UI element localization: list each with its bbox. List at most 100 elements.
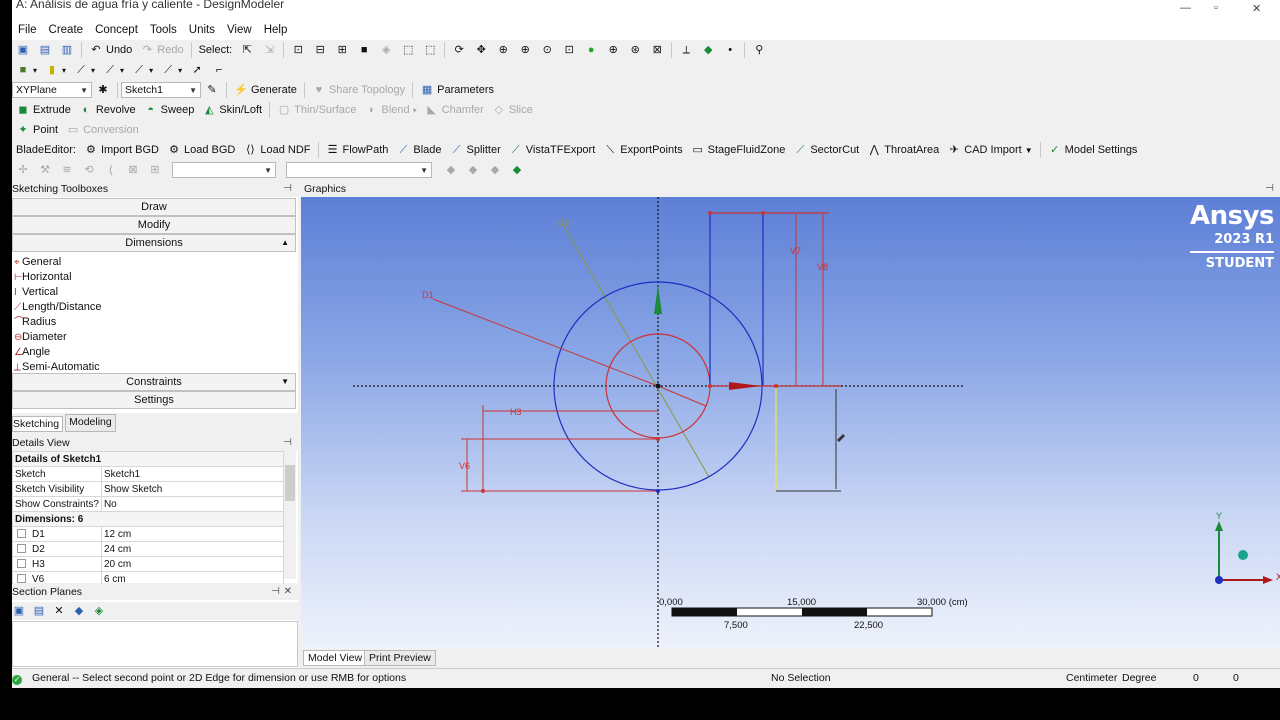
menu-help[interactable]: Help — [258, 24, 294, 36]
label-v8[interactable]: V8 — [817, 262, 828, 272]
redo-button[interactable]: ↷ Redo — [136, 41, 187, 59]
menu-view[interactable]: View — [221, 24, 258, 36]
yellow-color-icon[interactable]: ▮ ▾ — [41, 61, 70, 79]
export-icon[interactable]: ▥ — [56, 41, 78, 59]
select-face-icon[interactable]: ⊞ — [331, 41, 353, 59]
section-delete-icon[interactable]: ✕ — [52, 604, 66, 618]
look-at-icon[interactable]: ⊛ — [624, 41, 646, 59]
sketch-select[interactable]: Sketch1 ▼ — [121, 82, 201, 98]
label-d2[interactable]: D2 — [558, 218, 570, 228]
blade-button[interactable]: ⟋ Blade — [392, 141, 445, 159]
extrude-button[interactable]: ◼ Extrude — [12, 101, 75, 119]
color-icon[interactable]: ■ ▾ — [12, 61, 41, 79]
settings-section[interactable]: Settings — [12, 391, 296, 409]
row-value[interactable]: Show Sketch — [100, 481, 285, 497]
skin-loft-button[interactable]: ◭ Skin/Loft — [198, 101, 266, 119]
section-close-icon[interactable]: ✕ — [284, 584, 292, 600]
label-d1[interactable]: D1 — [422, 290, 434, 300]
stagefluidzone-button[interactable]: ▭ StageFluidZone — [687, 141, 790, 159]
dimensions-section[interactable]: Dimensions ▲ — [12, 234, 296, 252]
tool-d-icon[interactable]: ⟲ — [78, 161, 100, 179]
thin-surface-button[interactable]: ▢ Thin/Surface — [273, 101, 360, 119]
select-body-icon[interactable]: ■ — [353, 41, 375, 59]
vistatfexport-button[interactable]: ⟋ VistaTFExport — [505, 141, 600, 159]
pan-icon[interactable]: ✥ — [470, 41, 492, 59]
tool-vertical[interactable]: I Vertical — [12, 285, 296, 300]
row-value[interactable]: Sketch1 — [100, 466, 285, 482]
tab-print-preview[interactable]: Print Preview — [364, 650, 436, 666]
menu-file[interactable]: File — [12, 24, 43, 36]
triad-icon[interactable]: ⟂ — [675, 41, 697, 59]
tool-j-icon[interactable]: ◆ — [484, 161, 506, 179]
scroll-thumb[interactable] — [285, 465, 295, 501]
section-edit-icon[interactable]: ◈ — [92, 604, 106, 618]
zoom-fit-icon[interactable]: ⊙ — [536, 41, 558, 59]
import-bgd-button[interactable]: ⚙ Import BGD — [80, 141, 163, 159]
revolve-button[interactable]: ◐ Revolve — [75, 101, 140, 119]
section-copy-icon[interactable]: ▤ — [32, 604, 46, 618]
conversion-button[interactable]: ▭ Conversion — [62, 121, 143, 139]
menu-concept[interactable]: Concept — [89, 24, 144, 36]
details-pin-icon[interactable]: ⊣ — [283, 435, 292, 451]
label-v6[interactable]: V6 — [459, 461, 470, 471]
close-icon[interactable]: ✕ — [1252, 2, 1261, 15]
splitter-button[interactable]: ⟋ Splitter — [446, 141, 505, 159]
flowpath-button[interactable]: ☰ FlowPath — [322, 141, 393, 159]
throatarea-button[interactable]: ⋀ ThroatArea — [863, 141, 943, 159]
status-angle-unit[interactable]: Degree — [1122, 672, 1156, 684]
menu-units[interactable]: Units — [183, 24, 221, 36]
dim-checkbox[interactable] — [17, 574, 26, 584]
rotate-icon[interactable]: ⟳ — [448, 41, 470, 59]
zoom-icon[interactable]: ⊕ — [492, 41, 514, 59]
tool-diameter[interactable]: ⊖Diameter — [12, 330, 296, 345]
display-icon[interactable]: ⊠ — [646, 41, 668, 59]
pin-icon[interactable]: ⊣ — [283, 181, 292, 197]
line-tool-icon[interactable]: ⟋ ▾ — [70, 61, 99, 79]
label-h3[interactable]: H3 — [510, 407, 522, 417]
box-select2-icon[interactable]: ⬚ — [419, 41, 441, 59]
tool-b-icon[interactable]: ⚒ — [34, 161, 56, 179]
line-tool2-icon[interactable]: ⟋ ▾ — [99, 61, 128, 79]
constraints-section[interactable]: Constraints ▼ — [12, 373, 296, 391]
modify-section[interactable]: Modify — [12, 216, 296, 234]
dim-value[interactable]: 24 cm — [100, 541, 285, 557]
empty-combo-2[interactable]: ▼ — [286, 162, 432, 178]
graphics-viewport[interactable]: Ansys 2023 R1 STUDENT V7 V8 D1 D2 H3 V6 … — [301, 197, 1280, 649]
minimize-icon[interactable]: — — [1180, 2, 1191, 14]
dim-checkbox[interactable] — [17, 559, 26, 569]
load-ndf-button[interactable]: ⟨⟩ Load NDF — [239, 141, 314, 159]
tool-radius[interactable]: ⌒Radius — [12, 315, 296, 330]
tool-h-icon[interactable]: ◆ — [440, 161, 462, 179]
menu-tools[interactable]: Tools — [144, 24, 183, 36]
plane-select[interactable]: XYPlane ▼ — [12, 82, 92, 98]
tool-i-icon[interactable]: ◆ — [462, 161, 484, 179]
maximize-icon[interactable]: ▫ — [1214, 2, 1218, 14]
cad-import-button[interactable]: ✈ CAD Import ▼ — [943, 141, 1036, 159]
empty-combo-1[interactable]: ▼ — [172, 162, 276, 178]
share-topology-button[interactable]: ♥ Share Topology — [308, 81, 409, 99]
iso-view-icon[interactable]: ◆ — [697, 41, 719, 59]
exportpoints-button[interactable]: ⟍ ExportPoints — [599, 141, 686, 159]
tab-model-view[interactable]: Model View — [303, 650, 368, 666]
blend-button[interactable]: ◗ Blend ▾ — [361, 101, 421, 119]
dim-checkbox[interactable] — [17, 544, 26, 554]
dim-value[interactable]: 20 cm — [100, 556, 285, 572]
tool-a-icon[interactable]: ✢ — [12, 161, 34, 179]
generate-button[interactable]: ⚡ Generate — [230, 81, 301, 99]
tab-modeling[interactable]: Modeling — [65, 414, 116, 432]
zoom-in-icon[interactable]: ⊕ — [602, 41, 624, 59]
draw-section[interactable]: Draw — [12, 198, 296, 216]
menu-create[interactable]: Create — [43, 24, 90, 36]
section-view-icon[interactable]: ◆ — [72, 604, 86, 618]
tool-horizontal[interactable]: ⊢Horizontal — [12, 270, 296, 285]
row-value[interactable]: No — [100, 496, 285, 512]
parameters-button[interactable]: ▦ Parameters — [416, 81, 498, 99]
new-plane-icon[interactable]: ✱ — [92, 81, 114, 99]
zoom-green-icon[interactable]: ● — [580, 41, 602, 59]
select-edge-icon[interactable]: ⊟ — [309, 41, 331, 59]
tab-sketching[interactable]: Sketching — [12, 416, 64, 432]
point-button[interactable]: ✦ Point — [12, 121, 62, 139]
new-icon[interactable]: ▣ — [12, 41, 34, 59]
model-settings-button[interactable]: ✓ Model Settings — [1044, 141, 1142, 159]
tool-f-icon[interactable]: ⊠ — [122, 161, 144, 179]
